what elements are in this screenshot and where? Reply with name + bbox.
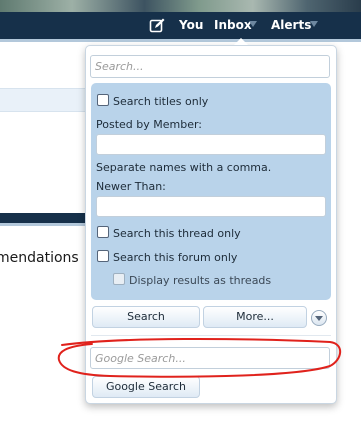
nav-inbox-link[interactable]: Inbox <box>214 12 252 39</box>
chevron-down-icon[interactable] <box>311 310 327 326</box>
search-button[interactable]: Search <box>92 306 200 328</box>
search-placeholder: Search... <box>95 60 144 73</box>
display-as-threads-checkbox[interactable] <box>113 273 125 285</box>
edit-icon[interactable] <box>149 17 166 34</box>
page-heading-fragment: mendations <box>0 250 79 266</box>
posted-by-label: Posted by Member: <box>96 118 203 131</box>
google-search-input[interactable]: Google Search... <box>90 347 330 369</box>
newer-than-label: Newer Than: <box>96 180 166 193</box>
page-section-bar <box>0 213 95 223</box>
search-thread-only-checkbox[interactable] <box>97 226 109 238</box>
google-search-button[interactable]: Google Search <box>92 376 200 398</box>
search-titles-only-label: Search titles only <box>113 95 209 108</box>
popup-pointer <box>234 38 248 45</box>
page-breadcrumb-bar <box>0 88 95 112</box>
navbar-edge <box>0 39 361 42</box>
search-titles-only-checkbox[interactable] <box>97 94 109 106</box>
nav-alerts-link[interactable]: Alerts <box>271 12 311 39</box>
search-forum-only-checkbox[interactable] <box>97 250 109 262</box>
newer-than-field[interactable] <box>96 196 326 217</box>
separate-names-hint: Separate names with a comma. <box>96 161 272 174</box>
inbox-chevron-down-icon[interactable] <box>249 21 257 27</box>
search-thread-only-label: Search this thread only <box>113 227 241 240</box>
search-input[interactable]: Search... <box>90 55 330 78</box>
search-forum-only-label: Search this forum only <box>113 251 238 264</box>
google-search-placeholder: Google Search... <box>95 352 186 365</box>
nav-you-link[interactable]: You <box>179 12 203 39</box>
more-options-button[interactable]: More... <box>203 306 307 328</box>
alerts-chevron-down-icon[interactable] <box>310 21 318 27</box>
popup-divider <box>91 335 331 336</box>
display-as-threads-label: Display results as threads <box>129 274 272 287</box>
posted-by-member-field[interactable] <box>96 134 326 155</box>
header-banner-image <box>0 0 361 12</box>
page-section-edge <box>0 223 95 226</box>
